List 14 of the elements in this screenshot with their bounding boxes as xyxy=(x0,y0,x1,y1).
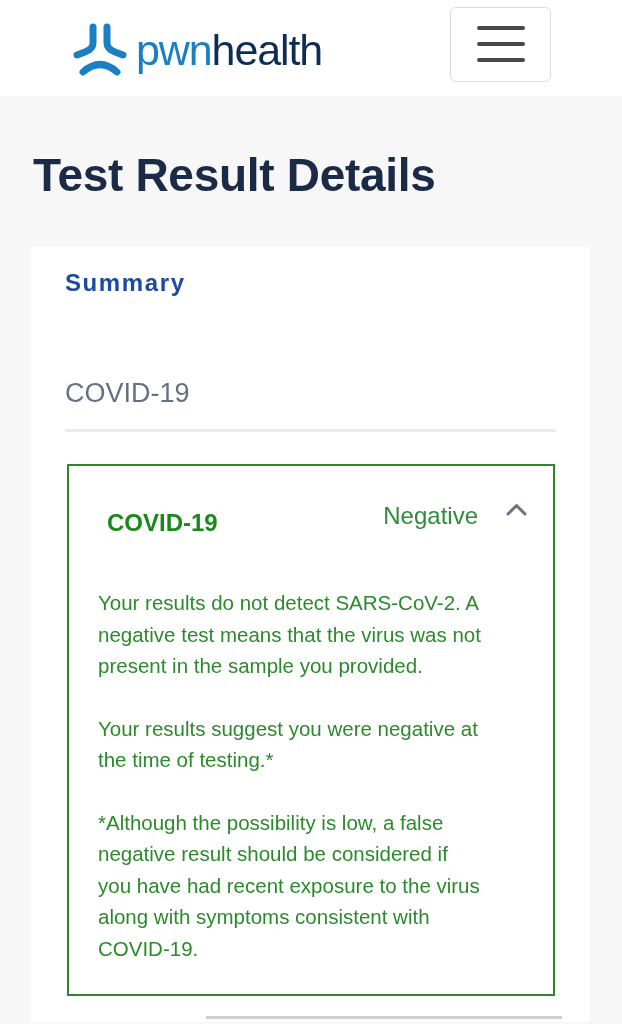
chevron-up-icon xyxy=(506,503,527,516)
result-explanation: *Although the possibility is low, a false negative result should be considered if you have had recent exposure to the virus along with symptoms consistent with COVID-19. xyxy=(98,809,481,962)
section-label: Summary xyxy=(65,269,186,297)
test-name: COVID-19 xyxy=(107,509,219,537)
collapse-button[interactable] xyxy=(506,503,527,516)
test-group-title: COVID-19 xyxy=(65,377,191,409)
result-explanation: Your results do not detect SARS-CoV-2. A negative test means that the virus was not present in the sample you provided. xyxy=(98,590,482,679)
logo-text: pwnhealth xyxy=(136,26,323,74)
result-explanation: Your results suggest you were negative at the time of testing.* xyxy=(98,715,479,773)
menu-button[interactable] xyxy=(450,6,551,82)
logo-icon xyxy=(72,23,128,77)
page-title: Test Result Details xyxy=(33,148,437,202)
menu-icon xyxy=(476,26,525,62)
result-value: Negative xyxy=(383,502,478,530)
